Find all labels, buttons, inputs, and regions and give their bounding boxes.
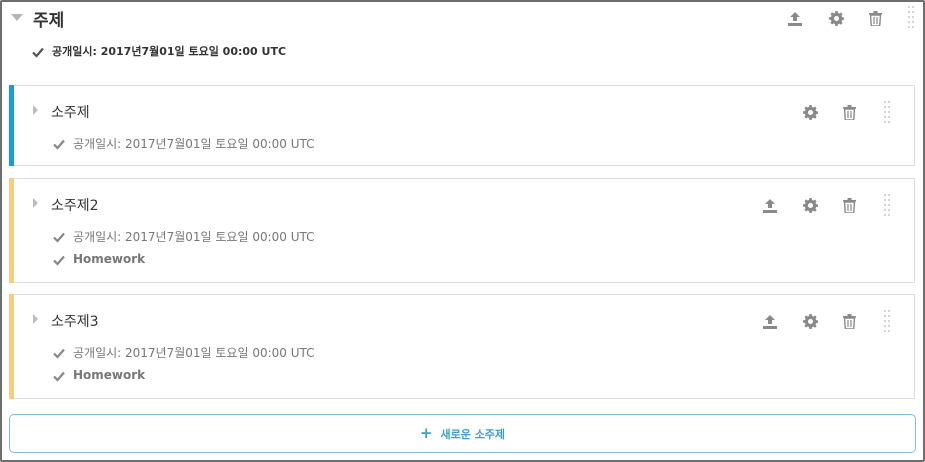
drag-handle-icon[interactable] — [884, 101, 892, 123]
subsection-release-text: 공개일시: 2017년7월01일 토요일 00:00 UTC — [73, 230, 315, 244]
gear-icon[interactable] — [826, 8, 846, 28]
drag-handle-icon[interactable] — [908, 6, 916, 28]
subsection-card: 소주제3 공개일시: 2017년7월01일 토요일 00:00 UTC Home… — [9, 294, 915, 399]
subsection-status-bar — [9, 85, 14, 166]
trash-icon[interactable] — [839, 195, 859, 215]
subsection-title[interactable]: 소주제3 — [51, 311, 99, 331]
subsection-release-text: 공개일시: 2017년7월01일 토요일 00:00 UTC — [73, 137, 315, 151]
subsection-card: 소주제 공개일시: 2017년7월01일 토요일 00:00 UTC — [9, 85, 915, 166]
gear-icon[interactable] — [800, 311, 820, 331]
section-release-text: 공개일시: 2017년7월01일 토요일 00:00 UTC — [52, 45, 287, 58]
gear-icon[interactable] — [800, 102, 820, 122]
expand-caret-icon[interactable] — [33, 198, 38, 208]
check-icon — [53, 347, 65, 359]
new-subsection-button[interactable]: + 새로운 소주제 — [9, 414, 916, 453]
check-icon — [53, 138, 65, 150]
subsection-grading-text: Homework — [73, 368, 146, 382]
subsection-grading-status: Homework — [53, 252, 145, 266]
drag-handle-icon[interactable] — [884, 310, 892, 332]
trash-icon[interactable] — [839, 102, 859, 122]
trash-icon[interactable] — [839, 311, 859, 331]
publish-icon[interactable] — [785, 8, 805, 28]
subsection-release-status: 공개일시: 2017년7월01일 토요일 00:00 UTC — [53, 344, 315, 361]
drag-handle-icon[interactable] — [884, 194, 892, 216]
subsection-release-text: 공개일시: 2017년7월01일 토요일 00:00 UTC — [73, 346, 315, 360]
subsection-card: 소주제2 공개일시: 2017년7월01일 토요일 00:00 UTC Home… — [9, 178, 915, 283]
subsection-status-bar — [9, 178, 14, 283]
section-header: 주제 공개일시: 2017년7월01일 토요일 00:00 UTC — [2, 2, 923, 82]
check-icon — [32, 46, 44, 58]
section-release-status: 공개일시: 2017년7월01일 토요일 00:00 UTC — [32, 43, 286, 59]
collapse-caret-icon[interactable] — [11, 14, 23, 21]
course-outline-frame: 주제 공개일시: 2017년7월01일 토요일 00:00 UTC 소주제 공개… — [0, 0, 925, 462]
check-icon — [53, 370, 65, 382]
subsection-grading-status: Homework — [53, 368, 145, 382]
plus-icon: + — [419, 424, 433, 442]
subsection-release-status: 공개일시: 2017년7월01일 토요일 00:00 UTC — [53, 135, 315, 152]
publish-icon[interactable] — [760, 311, 780, 331]
check-icon — [53, 254, 65, 266]
expand-caret-icon[interactable] — [33, 105, 38, 115]
gear-icon[interactable] — [800, 195, 820, 215]
check-icon — [53, 231, 65, 243]
subsection-release-status: 공개일시: 2017년7월01일 토요일 00:00 UTC — [53, 228, 315, 245]
subsection-title[interactable]: 소주제2 — [51, 195, 99, 215]
subsection-grading-text: Homework — [73, 252, 146, 266]
publish-icon[interactable] — [760, 195, 780, 215]
trash-icon[interactable] — [865, 8, 885, 28]
new-subsection-label: 새로운 소주제 — [440, 427, 506, 441]
subsection-title[interactable]: 소주제 — [51, 102, 90, 122]
expand-caret-icon[interactable] — [33, 314, 38, 324]
section-title[interactable]: 주제 — [33, 6, 64, 31]
subsection-status-bar — [9, 294, 14, 399]
